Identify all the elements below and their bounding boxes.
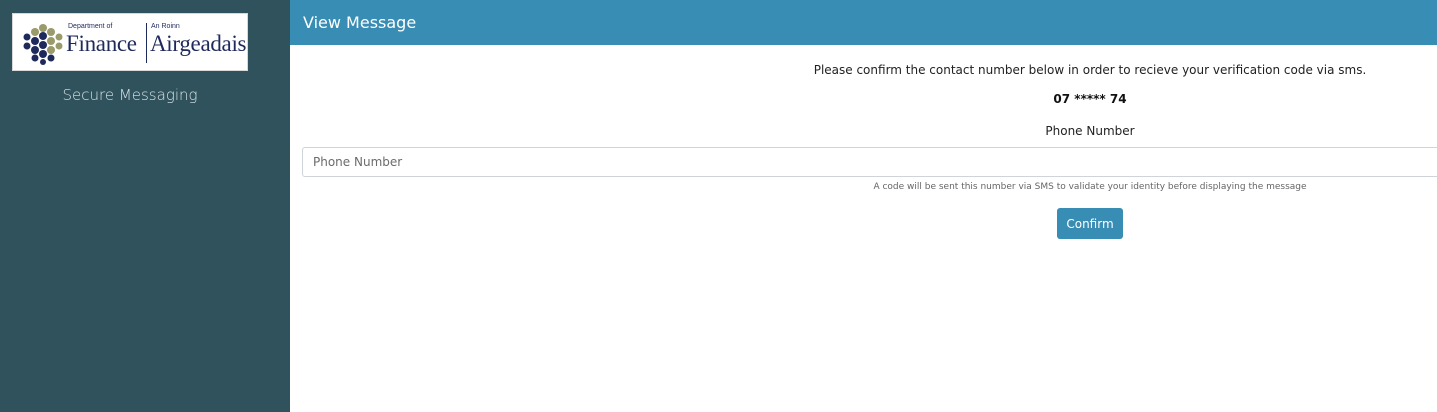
logo-small-text-right: An Roinn (151, 23, 180, 30)
page-title: View Message (303, 13, 417, 32)
sidebar: Department of Finance An Roinn Airgeadai… (0, 0, 290, 412)
help-text: A code will be sent this number via SMS … (873, 182, 1307, 192)
hexagon-cluster-icon (23, 24, 63, 65)
logo-big-text-left: Finance (66, 31, 137, 56)
phone-number-label: Phone Number (1045, 124, 1135, 138)
sidebar-title: Secure Messaging (62, 86, 198, 104)
instruction-text: Please confirm the contact number below … (813, 63, 1367, 77)
main-content: Please confirm the contact number below … (290, 45, 1437, 412)
confirm-button[interactable]: Confirm (1057, 208, 1123, 239)
logo-small-text-left: Department of (68, 23, 113, 30)
phone-number-input[interactable] (302, 147, 1437, 177)
department-logo[interactable]: Department of Finance An Roinn Airgeadai… (12, 13, 248, 71)
masked-phone-number: 07 ***** 74 (1053, 92, 1127, 106)
logo-big-text-right: Airgeadais (150, 31, 247, 56)
page-header: View Message (290, 0, 1437, 45)
logo-divider (146, 23, 147, 63)
